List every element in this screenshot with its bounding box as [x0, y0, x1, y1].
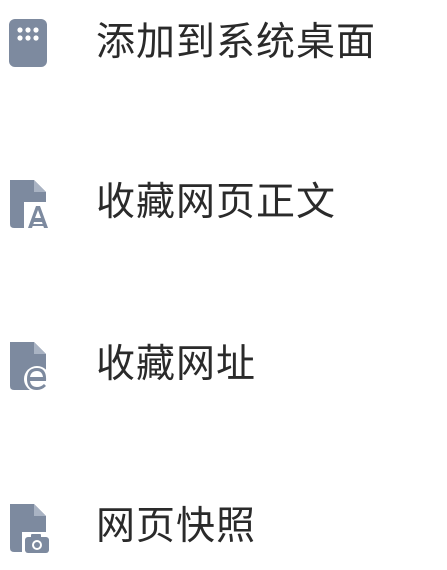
document-camera-icon [6, 502, 50, 554]
share-action-menu: 添加到系统桌面 收藏网页正文 收藏网址 网页快照 [0, 0, 447, 558]
phone-apps-grid-icon [6, 17, 50, 69]
menu-item-label: 收藏网页正文 [96, 180, 337, 225]
menu-item-label: 收藏网址 [96, 342, 257, 387]
menu-item-label: 添加到系统桌面 [96, 20, 377, 65]
menu-item-add-to-desktop[interactable]: 添加到系统桌面 [0, 0, 447, 90]
menu-item-save-article[interactable]: 收藏网页正文 [0, 160, 447, 250]
menu-item-save-url[interactable]: 收藏网址 [0, 320, 447, 410]
document-font-icon [6, 178, 50, 230]
menu-item-page-snapshot[interactable]: 网页快照 [0, 480, 447, 570]
document-browser-icon [6, 340, 50, 392]
menu-item-label: 网页快照 [96, 504, 257, 549]
